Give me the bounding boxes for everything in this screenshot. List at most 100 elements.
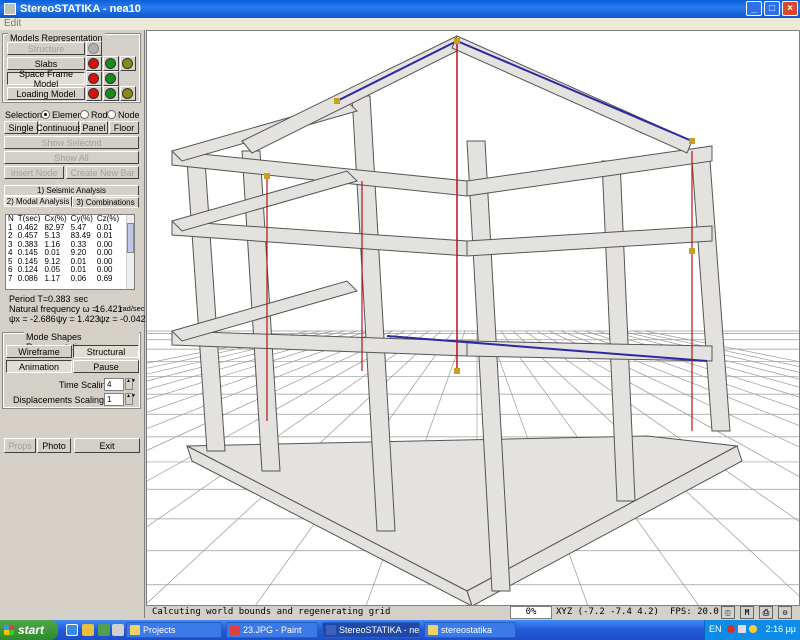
photo-button[interactable]: Photo bbox=[37, 438, 71, 453]
tray-security-icon[interactable] bbox=[727, 625, 735, 633]
folder-icon bbox=[428, 625, 438, 635]
period-unit: sec bbox=[74, 294, 89, 304]
radio-rod[interactable] bbox=[80, 110, 89, 119]
period-value: 0.383 bbox=[48, 294, 71, 304]
taskbar: start Projects 23.JPG - Paint StereoSTAT… bbox=[0, 620, 800, 640]
maximize-button[interactable]: □ bbox=[764, 1, 780, 16]
blue-beam bbox=[336, 40, 458, 102]
print-icon[interactable]: ⎙ bbox=[759, 606, 773, 619]
green-dot-icon bbox=[105, 73, 116, 84]
clock: 2:16 μμ bbox=[765, 624, 796, 634]
tray-network-icon[interactable] bbox=[738, 625, 746, 633]
tab-modal-analysis[interactable]: 2) Modal Analysis bbox=[4, 196, 72, 207]
natfreq-unit: rad/sec bbox=[120, 304, 145, 313]
task-stereostatika-folder[interactable]: stereostatika bbox=[424, 622, 516, 638]
space-frame-model bbox=[171, 35, 743, 605]
single-button[interactable]: Single bbox=[4, 121, 38, 134]
panel-button[interactable]: Panel bbox=[80, 121, 108, 134]
structure-button[interactable]: Structure bbox=[7, 42, 85, 55]
space-frame-button[interactable]: Space Frame Model bbox=[7, 69, 85, 89]
displacement-scaling-spinner[interactable]: ▲▼ bbox=[125, 393, 136, 405]
modal-results-list[interactable]: N T(sec) Cx(%) Cy(%) Cz(%) 1 0.462 82.97 5.… bbox=[5, 214, 135, 290]
table-cell: 0.06 bbox=[70, 273, 87, 283]
status-fps: FPS: 20.0 bbox=[670, 607, 719, 617]
props-button[interactable]: Props bbox=[4, 438, 36, 453]
3d-viewport[interactable] bbox=[146, 30, 800, 606]
insert-node-button[interactable]: Insert Node bbox=[4, 166, 64, 179]
olive-dot-icon bbox=[122, 58, 133, 69]
natfreq-value: 16.421 bbox=[95, 304, 123, 314]
blue-beam bbox=[456, 40, 693, 142]
node-marker bbox=[264, 173, 270, 179]
task-label: stereostatika bbox=[441, 625, 493, 635]
node-marker bbox=[454, 368, 460, 374]
system-tray: EN 2:16 μμ bbox=[704, 620, 800, 640]
node-marker bbox=[689, 138, 695, 144]
start-button[interactable]: start bbox=[0, 620, 58, 640]
red-dot-icon bbox=[88, 88, 99, 99]
pause-button[interactable]: Pause bbox=[73, 360, 139, 373]
radio-node[interactable] bbox=[107, 110, 116, 119]
minimize-button[interactable]: _ bbox=[746, 1, 762, 16]
tray-volume-icon[interactable] bbox=[749, 625, 757, 633]
wireframe-button[interactable]: Wireframe bbox=[6, 345, 72, 358]
close-button[interactable]: × bbox=[782, 1, 798, 16]
red-dot-icon bbox=[88, 58, 99, 69]
folder-icon[interactable] bbox=[82, 624, 94, 636]
status-progress: 0% bbox=[510, 606, 552, 619]
menu-edit[interactable]: Edit bbox=[4, 18, 21, 29]
time-scaling-spinner[interactable]: ▲▼ bbox=[125, 378, 136, 390]
desktop-icon[interactable] bbox=[112, 624, 124, 636]
table-row[interactable]: 7 0.086 1.17 0.06 0.69 bbox=[6, 273, 121, 284]
olive-dot-icon bbox=[122, 88, 133, 99]
create-new-bar-button[interactable]: Create New Bar bbox=[66, 166, 139, 179]
tab-combinations[interactable]: 3) Combinations bbox=[72, 197, 139, 208]
psi-y: ψy = 1.423 bbox=[56, 314, 100, 324]
list-scrollbar[interactable] bbox=[126, 215, 134, 289]
status-xyz: XYZ (-7.2 -7.4 4.2) bbox=[556, 607, 659, 617]
window-title: StereoSTATIKA - nea10 bbox=[20, 3, 141, 15]
modal-results-table: N T(sec) Cx(%) Cy(%) Cz(%) 1 0.462 82.97 5.… bbox=[6, 215, 121, 283]
loading-model-button[interactable]: Loading Model bbox=[7, 87, 85, 100]
floor-button[interactable]: Floor bbox=[109, 121, 139, 134]
floor-beam-side bbox=[466, 225, 713, 257]
table-cell: 1.17 bbox=[44, 273, 61, 283]
app-icon bbox=[4, 3, 16, 15]
continuous-button[interactable]: Continuous bbox=[36, 121, 82, 134]
column bbox=[691, 160, 731, 432]
task-stereostatika[interactable]: StereoSTATIKA - nea10 bbox=[322, 622, 420, 638]
view-icon[interactable]: ◫ bbox=[721, 606, 735, 619]
language-indicator[interactable]: EN bbox=[709, 624, 722, 634]
media-icon[interactable] bbox=[98, 624, 110, 636]
structural-button[interactable]: Structural bbox=[73, 345, 139, 358]
red-dot-icon bbox=[88, 73, 99, 84]
show-all-button[interactable]: Show All bbox=[4, 151, 139, 164]
ie-icon[interactable] bbox=[66, 624, 78, 636]
floor-beam-side bbox=[466, 145, 713, 197]
task-label: Projects bbox=[143, 625, 176, 635]
animation-button[interactable]: Animation bbox=[6, 360, 72, 373]
psi-z: ψz = -0.042 bbox=[99, 314, 146, 324]
displacement-scaling-label: Displacements Scaling: bbox=[13, 395, 107, 405]
structure-3d-view[interactable] bbox=[147, 31, 800, 606]
exit-button[interactable]: Exit bbox=[74, 438, 140, 453]
tab-seismic-analysis[interactable]: 1) Seismic Analysis bbox=[4, 185, 139, 196]
node-marker bbox=[689, 248, 695, 254]
folder-icon bbox=[130, 625, 140, 635]
floor-beam-front bbox=[171, 220, 468, 257]
column bbox=[186, 160, 226, 452]
paint-icon bbox=[230, 625, 240, 635]
radio-element[interactable] bbox=[41, 110, 50, 119]
app-icon bbox=[326, 625, 336, 635]
radio-rod-label: Rod bbox=[91, 110, 108, 120]
selection-label: Selection: bbox=[5, 110, 45, 120]
time-scaling-input[interactable]: 4 bbox=[104, 378, 124, 391]
task-projects[interactable]: Projects bbox=[126, 622, 222, 638]
psi-x: ψx = -2.686 bbox=[9, 314, 56, 324]
m-button[interactable]: M bbox=[740, 606, 754, 619]
scroll-thumb[interactable] bbox=[127, 223, 134, 253]
settings-icon[interactable]: ⚙ bbox=[778, 606, 792, 619]
task-paint[interactable]: 23.JPG - Paint bbox=[226, 622, 318, 638]
displacement-scaling-input[interactable]: 1 bbox=[104, 393, 124, 406]
show-selected-button[interactable]: Show Selectnd bbox=[4, 136, 139, 149]
